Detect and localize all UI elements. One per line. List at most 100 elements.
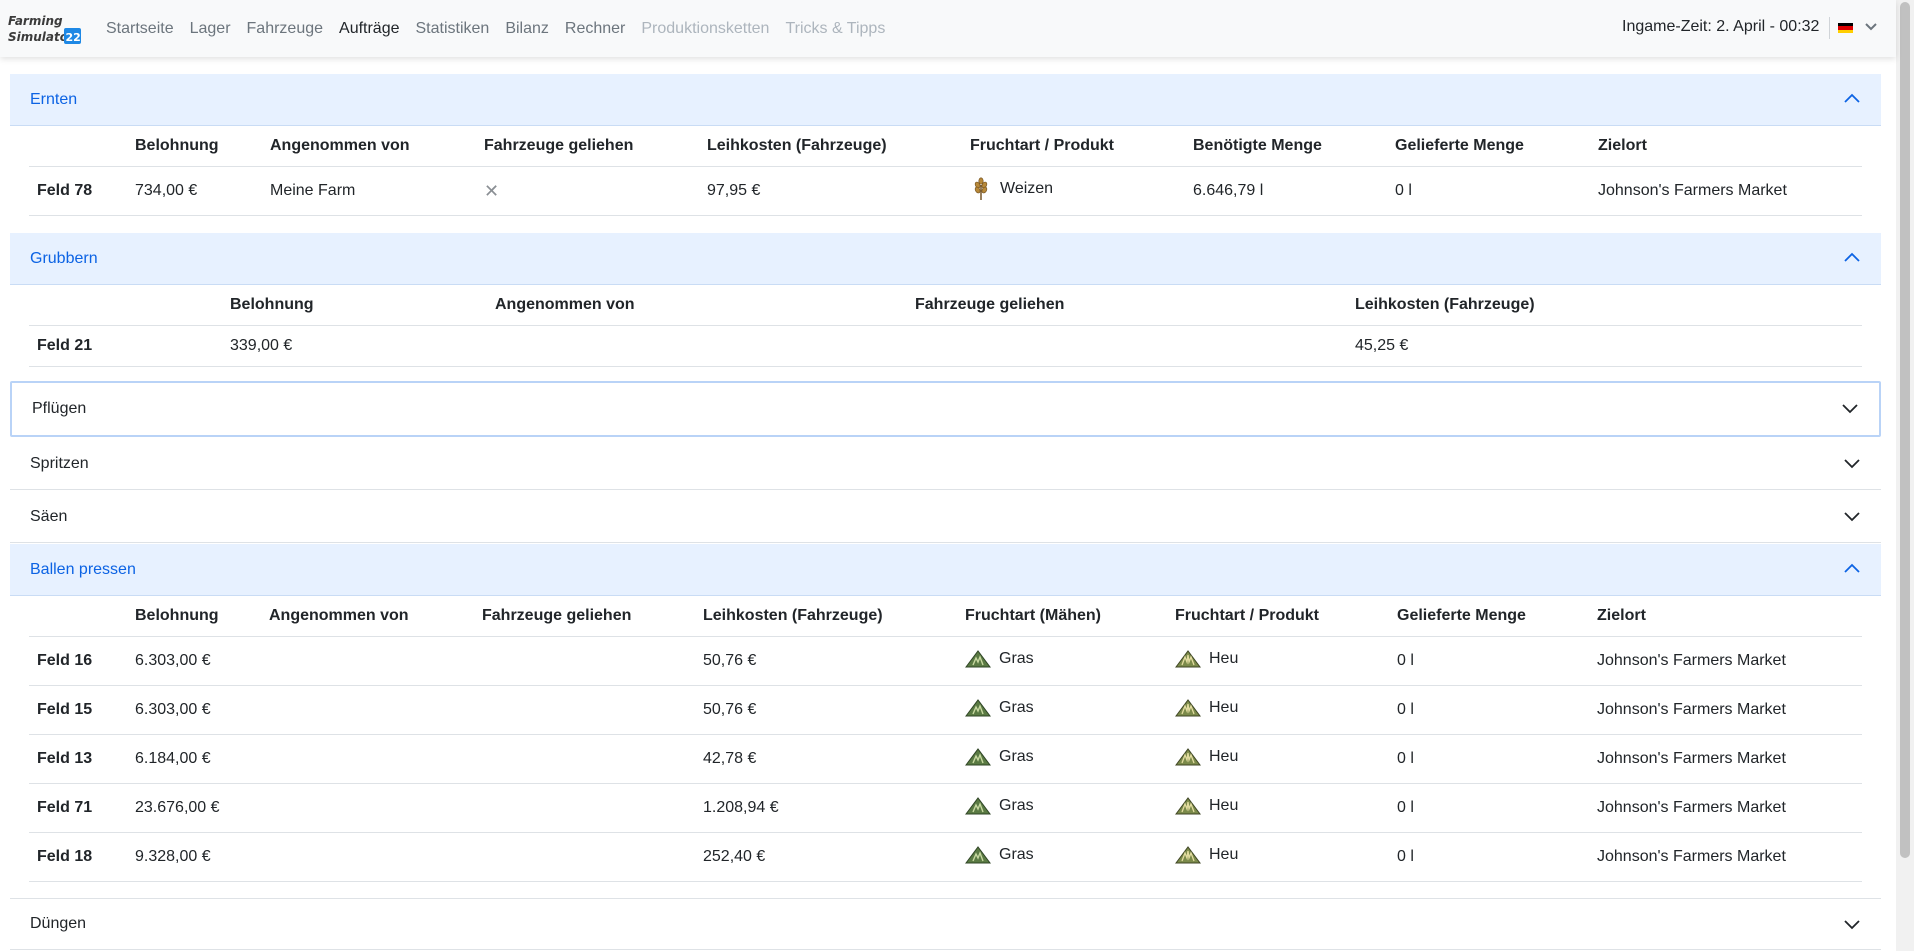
table-row: Feld 13 6.184,00 € 42,78 € Gras Heu 0 l Johnso… xyxy=(29,734,1862,784)
column-header: Fruchtart / Produkt xyxy=(1167,596,1389,637)
section-pfluegen: Pflügen xyxy=(10,381,1881,437)
nav-link-3[interactable]: Aufträge xyxy=(339,20,399,38)
fruit-product: Heu xyxy=(1167,734,1389,784)
vehicles-borrowed xyxy=(474,685,695,735)
vehicles-borrowed xyxy=(474,636,695,686)
chevron-down-icon[interactable] xyxy=(1864,20,1878,34)
delivered-amount: 0 l xyxy=(1389,783,1589,833)
rental-cost: 252,40 € xyxy=(695,832,957,882)
field-name: Feld 21 xyxy=(29,325,222,367)
chevron-up-icon xyxy=(1844,252,1860,262)
table-row: Feld 16 6.303,00 € 50,76 € Gras Heu 0 l Johnso… xyxy=(29,636,1862,686)
nav-link-4[interactable]: Statistiken xyxy=(416,20,490,38)
column-header xyxy=(29,126,127,167)
accordion-header-pfluegen[interactable]: Pflügen xyxy=(10,381,1881,437)
nav-link-6[interactable]: Rechner xyxy=(565,20,625,38)
farming-simulator-logo[interactable]: Farming Simulator 22 xyxy=(6,9,82,47)
rental-cost: 42,78 € xyxy=(695,734,957,784)
section-title: Spritzen xyxy=(30,454,89,472)
table-row: Feld 18 9.328,00 € 252,40 € Gras Heu 0 l Johns… xyxy=(29,832,1862,882)
hay-icon xyxy=(1175,845,1201,863)
delivered-amount: 0 l xyxy=(1389,734,1589,784)
field-name: Feld 16 xyxy=(29,636,127,686)
fruit-mowing: Gras xyxy=(957,783,1167,833)
column-header: Fruchtart (Mähen) xyxy=(957,596,1167,637)
logo-text-1: Farming xyxy=(8,14,63,28)
section-grubbern: Grubbern Belohnung Angenommen von Fahrzeug… xyxy=(10,233,1881,367)
scrollbar-thumb[interactable] xyxy=(1900,2,1910,858)
nav-link-7: Produktionsketten xyxy=(641,19,770,37)
accepted-by xyxy=(261,685,474,735)
product-label: Gras xyxy=(999,796,1034,814)
logo-number: 22 xyxy=(66,31,81,44)
vehicles-borrowed xyxy=(474,734,695,784)
accepted-by xyxy=(261,832,474,882)
column-header xyxy=(29,596,127,637)
field-name: Feld 78 xyxy=(29,166,127,216)
section-duengen: Düngen xyxy=(10,898,1881,950)
nav-link-0[interactable]: Startseite xyxy=(106,20,174,38)
destination: Johnson's Farmers Market xyxy=(1589,783,1862,833)
rental-cost: 1.208,94 € xyxy=(695,783,957,833)
accepted-by xyxy=(261,636,474,686)
reward: 9.328,00 € xyxy=(127,832,261,882)
product-label: Gras xyxy=(999,698,1034,716)
delivered-amount: 0 l xyxy=(1389,685,1589,735)
accordion-header-ballen-pressen[interactable]: Ballen pressen xyxy=(10,544,1881,596)
wheat-icon xyxy=(974,176,988,200)
chevron-down-icon xyxy=(1844,459,1860,469)
grass-icon xyxy=(965,845,991,863)
field-name: Feld 71 xyxy=(29,783,127,833)
nav-link-2[interactable]: Fahrzeuge xyxy=(247,20,324,38)
hay-icon xyxy=(1175,796,1201,814)
column-header: Gelieferte Menge xyxy=(1387,126,1590,167)
column-header: Fahrzeuge geliehen xyxy=(476,126,699,167)
product-label: Heu xyxy=(1209,796,1239,814)
navbar-divider xyxy=(1829,17,1830,39)
rental-cost: 50,76 € xyxy=(695,685,957,735)
destination: Johnson's Farmers Market xyxy=(1589,734,1862,784)
accordion-header-ernten[interactable]: Ernten xyxy=(10,74,1881,126)
vehicles-borrowed: ✕ xyxy=(476,166,699,216)
accordion-header-saeen[interactable]: Säen xyxy=(10,491,1881,543)
column-header: Zielort xyxy=(1589,596,1862,637)
column-header: Belohnung xyxy=(127,126,262,167)
grubbern-table: Belohnung Angenommen von Fahrzeuge geliehe… xyxy=(29,285,1862,367)
accordion-header-spritzen[interactable]: Spritzen xyxy=(10,438,1881,490)
reward: 6.303,00 € xyxy=(127,685,261,735)
fruit-mowing: Gras xyxy=(957,636,1167,686)
grass-icon xyxy=(965,796,991,814)
accordion-header-grubbern[interactable]: Grubbern xyxy=(10,233,1881,285)
nav-link-1[interactable]: Lager xyxy=(190,20,231,38)
hay-icon xyxy=(1175,698,1201,716)
nav-link-5[interactable]: Bilanz xyxy=(505,20,549,38)
section-spritzen: Spritzen xyxy=(10,438,1881,490)
chevron-down-icon xyxy=(1844,920,1860,930)
main-nav: Startseite Lager Fahrzeuge Aufträge Statisti… xyxy=(106,0,901,57)
vertical-scrollbar[interactable] xyxy=(1896,0,1914,951)
ballen-table: Belohnung Angenommen von Fahrzeuge geliehe… xyxy=(29,596,1862,882)
reward: 23.676,00 € xyxy=(127,783,261,833)
top-navbar: Farming Simulator 22 Startseite Lager Fahr… xyxy=(0,0,1896,57)
product-label: Heu xyxy=(1209,747,1239,765)
hay-icon xyxy=(1175,747,1201,765)
vehicles-borrowed xyxy=(474,783,695,833)
column-header: Leihkosten (Fahrzeuge) xyxy=(1347,285,1862,326)
section-title: Ernten xyxy=(30,90,78,108)
ingame-time: Ingame-Zeit: 2. April - 00:32 xyxy=(1622,18,1820,35)
section-title: Grubbern xyxy=(30,249,98,267)
flag-de-icon[interactable] xyxy=(1838,23,1853,33)
section-title: Pflügen xyxy=(32,400,87,417)
grass-icon xyxy=(965,698,991,716)
accepted-by xyxy=(487,325,907,367)
product-label: Gras xyxy=(999,747,1034,765)
column-header: Leihkosten (Fahrzeuge) xyxy=(695,596,957,637)
x-mark-icon: ✕ xyxy=(484,180,500,201)
table-row: Feld 78 734,00 € Meine Farm ✕ 97,95 € Weizen 6… xyxy=(29,166,1862,216)
accordion-header-duengen[interactable]: Düngen xyxy=(10,898,1881,950)
table-row: Feld 15 6.303,00 € 50,76 € Gras Heu 0 l Johnso… xyxy=(29,685,1862,735)
column-header: Belohnung xyxy=(127,596,261,637)
column-header: Fruchtart / Produkt xyxy=(962,126,1185,167)
column-header: Fahrzeuge geliehen xyxy=(474,596,695,637)
destination: Johnson's Farmers Market xyxy=(1589,636,1862,686)
